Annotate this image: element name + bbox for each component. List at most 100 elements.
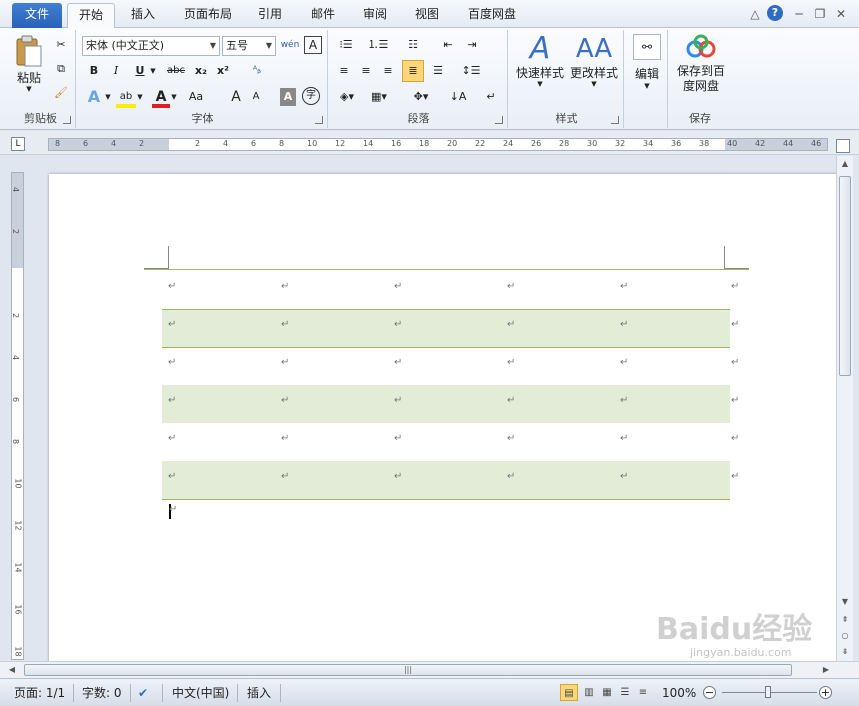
paste-button[interactable]: 粘贴 ▼ [12, 34, 46, 100]
bullets-icon[interactable]: ⁝☰ [334, 36, 358, 56]
zoom-out-icon[interactable]: − [703, 686, 716, 699]
draft-view-icon[interactable]: ≡ [634, 684, 652, 701]
scroll-right-icon[interactable]: ▶ [818, 662, 834, 678]
zoom-in-icon[interactable]: + [819, 686, 832, 699]
zoom-slider-thumb[interactable] [765, 686, 771, 698]
table-row[interactable]: ↵ ↵ ↵ ↵ ↵ ↵ [162, 423, 739, 461]
numbering-icon[interactable]: ⒈☰ [366, 36, 390, 56]
decrease-indent-icon[interactable]: ⇤ [438, 36, 458, 56]
print-layout-view-icon[interactable]: ▤ [560, 684, 578, 701]
increase-indent-icon[interactable]: ⇥ [462, 36, 482, 56]
font-color-icon[interactable]: A [152, 88, 170, 108]
tab-view[interactable]: 视图 [407, 3, 447, 28]
document-page[interactable]: ↵ ↵ ↵ ↵ ↵ ↵ ↵ ↵ ↵ ↵ ↵ ↵ ↵ ↵ ↵ ↵ ↵ ↵ ↵ ↵ ↵ ↵ ↵ ↵ ↵ ↵ ↵ ↵ ↵ ↵ ↵ ↵ ↵ ↵ ↵ ↵ ↵ [49, 174, 836, 661]
vertical-scrollbar[interactable]: ▲ ▼ ⇞ ○ ⇟ [836, 156, 853, 661]
underline-button[interactable]: U [132, 62, 148, 82]
shrink-font-button[interactable]: A [248, 88, 264, 108]
strikethrough-button[interactable]: abc [164, 62, 188, 82]
table-row[interactable]: ↵ ↵ ↵ ↵ ↵ ↵ [162, 347, 739, 385]
close-icon[interactable]: ✕ [832, 6, 850, 22]
align-left-icon[interactable]: ≡ [334, 62, 354, 82]
dialog-launcher-icon[interactable] [495, 116, 503, 124]
tab-insert[interactable]: 插入 [123, 3, 163, 28]
table-row[interactable]: ↵ ↵ ↵ ↵ ↵ ↵ [162, 385, 739, 423]
enclose-characters-button[interactable]: 字 [302, 87, 320, 105]
quick-styles-button[interactable]: A 快速样式 ▼ [514, 32, 566, 104]
page-count[interactable]: 页面: 1/1 [14, 684, 65, 702]
align-center-icon[interactable]: ≡ [356, 62, 376, 82]
ribbon-collapse-icon[interactable]: △ [746, 6, 764, 22]
dialog-launcher-icon[interactable] [611, 116, 619, 124]
font-name-combo[interactable]: 宋体 (中文正文) ▼ [82, 36, 220, 56]
grow-font-button[interactable]: A [228, 88, 244, 108]
italic-button[interactable]: I [108, 62, 124, 82]
next-page-icon[interactable]: ⇟ [837, 644, 853, 660]
change-case-button[interactable]: Aa [184, 88, 208, 108]
dialog-launcher-icon[interactable] [63, 116, 71, 124]
tab-baidu-netdisk[interactable]: 百度网盘 [462, 3, 522, 28]
subscript-button[interactable]: x₂ [192, 62, 210, 82]
dialog-launcher-icon[interactable] [315, 116, 323, 124]
font-size-combo[interactable]: 五号 ▼ [222, 36, 276, 56]
vertical-ruler[interactable]: 4 2 2 4 6 8 10 12 14 16 18 [11, 172, 24, 660]
edit-button[interactable]: ⚯ 编辑 ▼ [630, 34, 664, 100]
insert-mode-indicator[interactable]: 插入 [247, 684, 271, 702]
scroll-up-icon[interactable]: ▲ [837, 156, 853, 172]
restore-icon[interactable]: ❐ [811, 6, 829, 22]
language-indicator[interactable]: 中文(中国) [172, 684, 229, 702]
table-row[interactable]: ↵ ↵ ↵ ↵ ↵ ↵ [162, 309, 739, 347]
chevron-down-icon[interactable]: ▼ [104, 88, 112, 108]
character-shading-button[interactable]: A [280, 88, 296, 106]
scroll-down-icon[interactable]: ▼ [837, 594, 853, 610]
save-to-baidu-button[interactable]: 保存到百 度网盘 [672, 34, 730, 104]
clear-formatting-icon[interactable]: ᴬᵦ [248, 62, 266, 82]
prev-page-icon[interactable]: ⇞ [837, 612, 853, 628]
outline-view-icon[interactable]: ☰ [616, 684, 634, 701]
bold-button[interactable]: B [86, 62, 102, 82]
zoom-level[interactable]: 100% [662, 684, 696, 702]
horizontal-scroll-thumb[interactable]: ||| [24, 664, 792, 676]
scroll-left-icon[interactable]: ◀ [4, 662, 20, 678]
table-row[interactable]: ↵ ↵ ↵ ↵ ↵ ↵ [162, 271, 739, 309]
align-right-icon[interactable]: ≡ [378, 62, 398, 82]
browse-object-icon[interactable]: ○ [837, 628, 853, 644]
copy-icon[interactable]: ⧉ [52, 60, 70, 80]
character-border-button[interactable]: A [304, 36, 322, 54]
word-count[interactable]: 字数: 0 [82, 684, 122, 702]
web-layout-icon[interactable]: ▦ [598, 684, 616, 701]
table-row[interactable]: ↵ ↵ ↵ ↵ ↵ ↵ [162, 461, 739, 499]
cut-icon[interactable]: ✂ [52, 36, 70, 56]
horizontal-ruler[interactable]: 8 6 4 2 2 4 6 8 10 12 14 16 18 20 22 24 26 28 30 32 34 36 38 40… [48, 138, 828, 151]
tab-home[interactable]: 开始 [67, 3, 115, 29]
chevron-down-icon[interactable]: ▼ [148, 62, 158, 82]
change-styles-button[interactable]: AA 更改样式 ▼ [568, 32, 620, 104]
document-area[interactable]: ↵ ↵ ↵ ↵ ↵ ↵ ↵ ↵ ↵ ↵ ↵ ↵ ↵ ↵ ↵ ↵ ↵ ↵ ↵ ↵ ↵ ↵ ↵ ↵ ↵ ↵ ↵ ↵ ↵ ↵ ↵ ↵ ↵ ↵ ↵ ↵ ↵ [24, 156, 836, 661]
phonetic-guide-button[interactable]: wén [280, 36, 300, 56]
tab-page-layout[interactable]: 页面布局 [177, 3, 239, 28]
tab-mailings[interactable]: 邮件 [303, 3, 343, 28]
help-icon[interactable]: ? [767, 5, 783, 21]
chevron-down-icon[interactable]: ▼ [170, 88, 178, 108]
text-effects-icon[interactable]: A [84, 88, 104, 108]
multilevel-list-icon[interactable]: ☷ [400, 36, 426, 56]
sort-icon[interactable]: ↓A [448, 88, 468, 108]
distributed-icon[interactable]: ☰ [428, 62, 448, 82]
tab-references[interactable]: 引用 [250, 3, 290, 28]
borders-icon[interactable]: ▦▾ [366, 88, 392, 108]
superscript-button[interactable]: x² [214, 62, 232, 82]
tab-review[interactable]: 审阅 [355, 3, 395, 28]
line-spacing-icon[interactable]: ↕☰ [458, 62, 484, 82]
show-marks-icon[interactable]: ↵ [482, 88, 500, 108]
chinese-layout-icon[interactable]: ✥▾ [408, 88, 434, 108]
justify-icon[interactable]: ≣ [402, 60, 424, 82]
text-highlight-icon[interactable]: ab [116, 88, 136, 108]
shading-icon[interactable]: ◈▾ [334, 88, 360, 108]
chevron-down-icon[interactable]: ▼ [136, 88, 144, 108]
view-ruler-icon[interactable] [836, 139, 850, 153]
full-screen-reading-icon[interactable]: ▥ [580, 684, 598, 701]
minimize-icon[interactable]: ─ [790, 6, 808, 22]
format-painter-icon[interactable]: 🖌 [52, 84, 70, 104]
tab-file[interactable]: 文件 [12, 3, 62, 28]
proofing-icon[interactable]: ✔ [138, 684, 148, 702]
vertical-scroll-thumb[interactable] [839, 176, 851, 376]
